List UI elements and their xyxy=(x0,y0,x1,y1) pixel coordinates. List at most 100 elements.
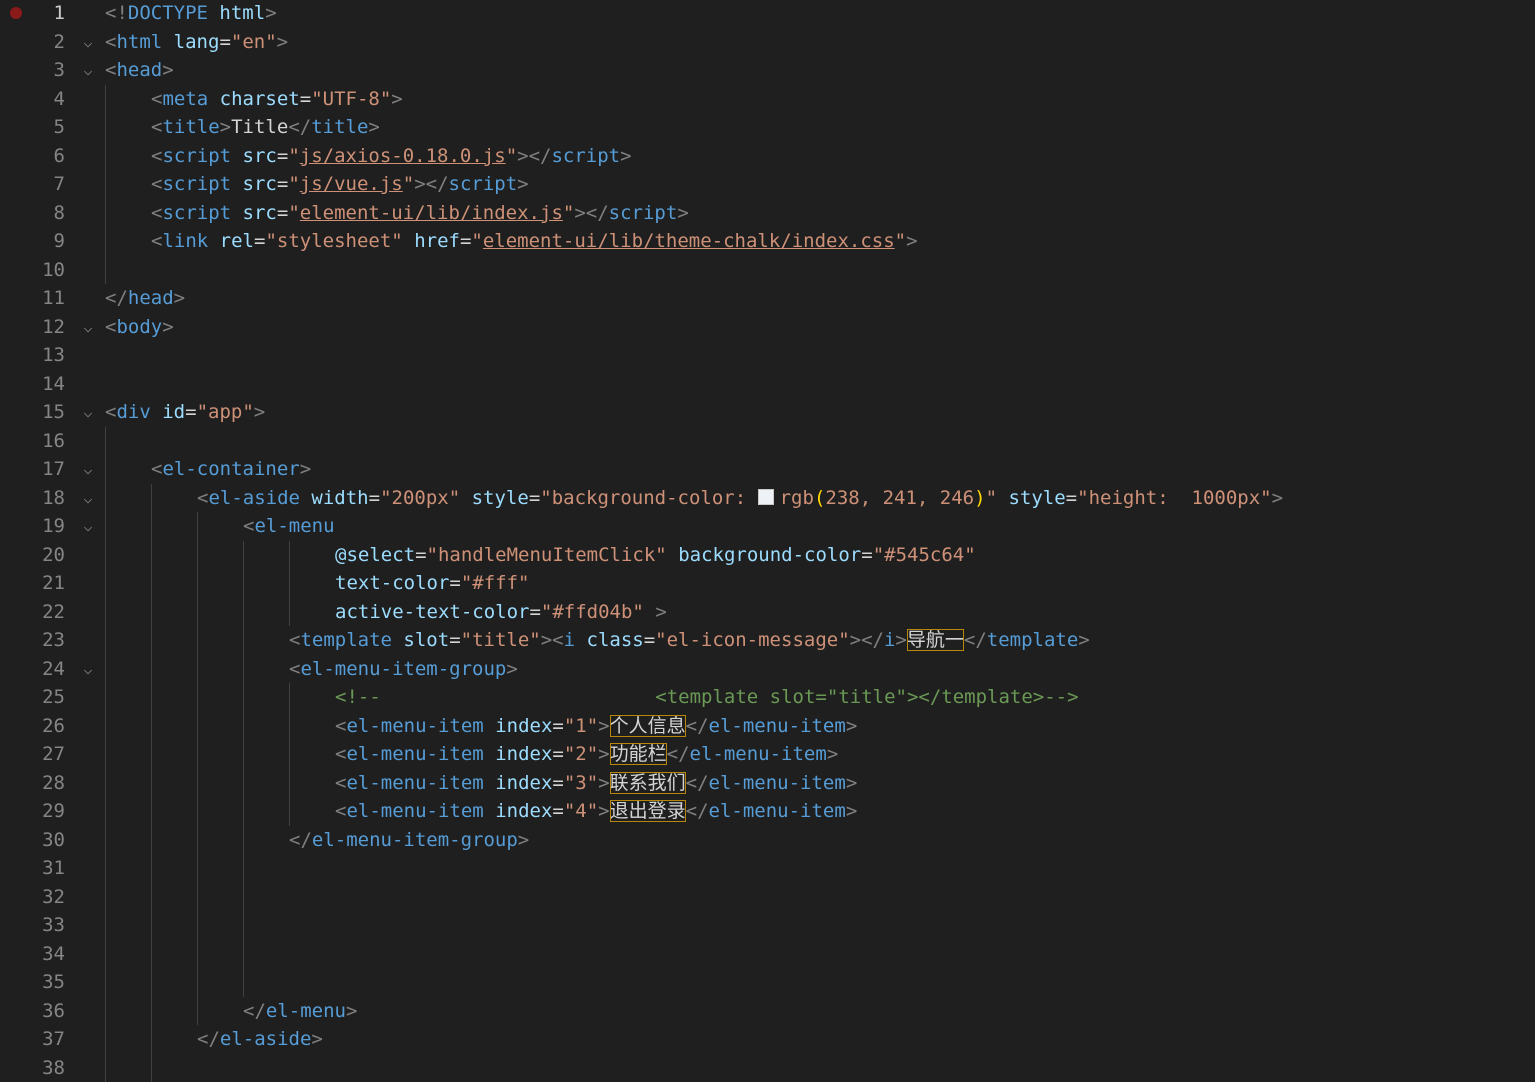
code-token: = xyxy=(552,743,563,765)
code-line[interactable]: 28<el-menu-item index="3">联系我们</el-menu-… xyxy=(0,769,1535,798)
line-number: 25 xyxy=(0,683,65,712)
code-line[interactable]: 2⌵<html lang="en"> xyxy=(0,28,1535,57)
code-line[interactable]: 9<link rel="stylesheet" href="element-ui… xyxy=(0,227,1535,256)
code-token: el-menu-item xyxy=(346,715,483,737)
line-number: 29 xyxy=(0,797,65,826)
code-line[interactable]: 23<template slot="title"><i class="el-ic… xyxy=(0,626,1535,655)
code-token: < xyxy=(151,145,162,167)
code-token: </ xyxy=(686,772,709,794)
code-token: 功能栏 xyxy=(610,743,667,765)
code-line[interactable]: 35 xyxy=(0,968,1535,997)
code-token xyxy=(231,173,242,195)
code-token: " xyxy=(563,202,574,224)
code-line[interactable]: 3⌵<head> xyxy=(0,56,1535,85)
code-token: element-ui/lib/index.js xyxy=(300,202,563,224)
code-token: > xyxy=(368,116,379,138)
code-token: = xyxy=(529,601,540,623)
code-token: < xyxy=(105,31,116,53)
code-token: " xyxy=(986,487,997,509)
code-line[interactable]: 26<el-menu-item index="1">个人信息</el-menu-… xyxy=(0,712,1535,741)
code-token: < xyxy=(151,173,162,195)
code-line[interactable]: 25<!-- <template slot="title"></template… xyxy=(0,683,1535,712)
code-token: = xyxy=(552,800,563,822)
chevron-down-icon[interactable]: ⌵ xyxy=(80,56,96,85)
code-token: template xyxy=(300,629,392,651)
code-line[interactable]: 18⌵<el-aside width="200px" style="backgr… xyxy=(0,484,1535,513)
code-token: el-menu xyxy=(254,515,334,537)
code-line[interactable]: 31 xyxy=(0,854,1535,883)
code-line[interactable]: 6<script src="js/axios-0.18.0.js"></scri… xyxy=(0,142,1535,171)
code-token: = xyxy=(300,88,311,110)
code-line[interactable]: 17⌵<el-container> xyxy=(0,455,1535,484)
code-token: " xyxy=(288,173,299,195)
line-number: 23 xyxy=(0,626,65,655)
code-token: 退出登录 xyxy=(610,800,686,822)
code-line[interactable]: 8<script src="element-ui/lib/index.js"><… xyxy=(0,199,1535,228)
line-number: 4 xyxy=(0,85,65,114)
code-token: el-menu-item xyxy=(346,743,483,765)
code-line[interactable]: 10 xyxy=(0,256,1535,285)
code-token: = xyxy=(277,173,288,195)
code-text: <div id="app"> xyxy=(105,398,265,427)
code-token: script xyxy=(162,145,231,167)
code-token: </ xyxy=(289,829,312,851)
code-line[interactable]: 11</head> xyxy=(0,284,1535,313)
code-token xyxy=(151,401,162,423)
code-line[interactable]: 12⌵<body> xyxy=(0,313,1535,342)
line-number: 19 xyxy=(0,512,65,541)
line-number: 17 xyxy=(0,455,65,484)
code-line[interactable]: 16 xyxy=(0,427,1535,456)
code-line[interactable]: 13 xyxy=(0,341,1535,370)
code-line[interactable]: 29<el-menu-item index="4">退出登录</el-menu-… xyxy=(0,797,1535,826)
code-token: > xyxy=(846,715,857,737)
code-line[interactable]: 1<!DOCTYPE html> xyxy=(0,0,1535,28)
code-token: width xyxy=(311,487,368,509)
code-line[interactable]: 37</el-aside> xyxy=(0,1025,1535,1054)
code-token: > xyxy=(1078,629,1089,651)
code-token: Title xyxy=(231,116,288,138)
code-text: </el-menu-item-group> xyxy=(289,826,529,855)
code-line[interactable]: 5<title>Title</title> xyxy=(0,113,1535,142)
code-text: <el-menu-item index="4">退出登录</el-menu-it… xyxy=(335,797,857,826)
code-token: js/vue.js xyxy=(300,173,403,195)
code-line[interactable]: 27<el-menu-item index="2">功能栏</el-menu-i… xyxy=(0,740,1535,769)
code-line[interactable]: 4<meta charset="UTF-8"> xyxy=(0,85,1535,114)
code-token: > xyxy=(518,829,529,851)
code-line[interactable]: 32 xyxy=(0,883,1535,912)
code-token: = xyxy=(552,715,563,737)
code-line[interactable]: 21text-color="#fff" xyxy=(0,569,1535,598)
code-token: link xyxy=(162,230,208,252)
code-line[interactable]: 36</el-menu> xyxy=(0,997,1535,1026)
code-token: = xyxy=(644,629,655,651)
code-line[interactable]: 19⌵<el-menu xyxy=(0,512,1535,541)
code-token: script xyxy=(551,145,620,167)
code-line[interactable]: 24⌵<el-menu-item-group> xyxy=(0,655,1535,684)
code-token: charset xyxy=(220,88,300,110)
code-token xyxy=(484,800,495,822)
line-number: 22 xyxy=(0,598,65,627)
code-token: > xyxy=(277,31,288,53)
code-token: < xyxy=(335,800,346,822)
code-token: lang xyxy=(174,31,220,53)
code-token: id xyxy=(162,401,185,423)
code-line[interactable]: 30</el-menu-item-group> xyxy=(0,826,1535,855)
chevron-down-icon[interactable]: ⌵ xyxy=(80,398,96,427)
chevron-down-icon[interactable]: ⌵ xyxy=(80,28,96,57)
code-token: = xyxy=(529,487,540,509)
code-line[interactable]: 20@select="handleMenuItemClick" backgrou… xyxy=(0,541,1535,570)
chevron-down-icon[interactable]: ⌵ xyxy=(80,655,96,684)
code-line[interactable]: 15⌵<div id="app"> xyxy=(0,398,1535,427)
chevron-down-icon[interactable]: ⌵ xyxy=(80,484,96,513)
indent-guide xyxy=(289,541,290,627)
color-swatch-icon[interactable] xyxy=(758,489,774,505)
chevron-down-icon[interactable]: ⌵ xyxy=(80,313,96,342)
code-editor[interactable]: 1<!DOCTYPE html>2⌵<html lang="en">3⌵<hea… xyxy=(0,0,1535,1078)
chevron-down-icon[interactable]: ⌵ xyxy=(80,512,96,541)
code-line[interactable]: 22active-text-color="#ffd04b" > xyxy=(0,598,1535,627)
code-line[interactable]: 14 xyxy=(0,370,1535,399)
code-line[interactable]: 7<script src="js/vue.js"></script> xyxy=(0,170,1535,199)
chevron-down-icon[interactable]: ⌵ xyxy=(80,455,96,484)
code-line[interactable]: 33 xyxy=(0,911,1535,940)
code-token: > xyxy=(162,316,173,338)
code-line[interactable]: 34 xyxy=(0,940,1535,969)
